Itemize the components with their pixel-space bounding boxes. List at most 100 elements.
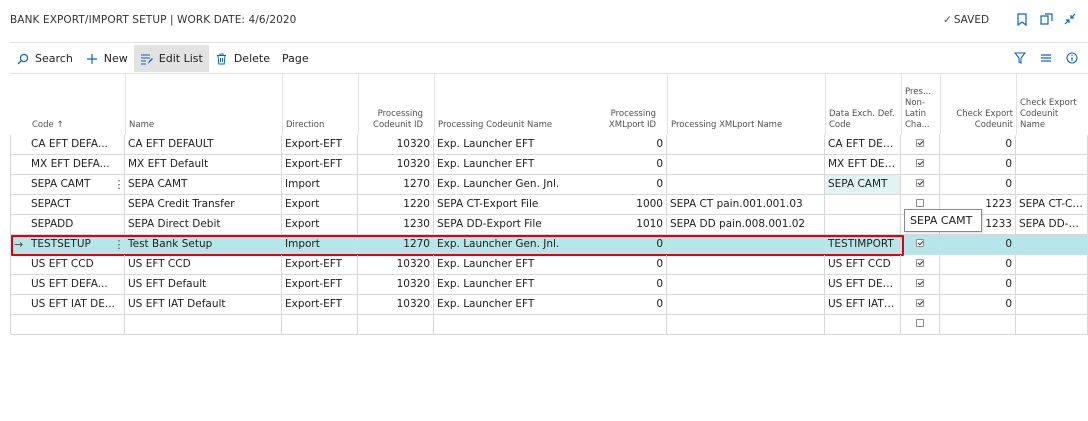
cell-check-cu-name[interactable] — [1016, 235, 1088, 255]
cell-code[interactable]: MX EFT DEFA... — [10, 155, 125, 175]
collapse-icon[interactable] — [1063, 11, 1077, 27]
cell-check-cu[interactable]: 0 — [940, 275, 1016, 295]
cell-proc-cu-id[interactable]: 10320 — [358, 255, 434, 275]
cell-direction[interactable]: Export-EFT — [282, 295, 358, 315]
cell-proc-xml-name[interactable] — [667, 155, 825, 175]
cell-direction[interactable]: Export — [282, 215, 358, 235]
column-header-direction[interactable]: Direction — [282, 74, 358, 135]
cell-data-exch[interactable]: MX EFT DEFA... — [825, 155, 901, 175]
cell-check-cu-name[interactable] — [1016, 135, 1088, 155]
cell-non-latin[interactable] — [901, 315, 940, 335]
cell-proc-cu-id[interactable]: 10320 — [358, 275, 434, 295]
cell-proc-cu-id[interactable]: 10320 — [358, 155, 434, 175]
cell-check-cu[interactable]: 0 — [940, 135, 1016, 155]
table-row[interactable]: US EFT CCD US EFT CCD Export-EFT 10320 Exp. … — [10, 255, 1088, 275]
cell-check-cu-name[interactable]: SEPA CT-Chec — [1016, 195, 1088, 215]
cell-check-cu[interactable]: 0 — [940, 235, 1016, 255]
cell-data-exch[interactable]: US EFT DEFA... — [825, 275, 901, 295]
cell-name[interactable]: US EFT CCD — [125, 255, 282, 275]
cell-proc-xml-id[interactable]: 0 — [593, 135, 667, 155]
row-actions-icon[interactable]: ⋮ — [113, 175, 125, 195]
cell-proc-cu-id[interactable]: 1230 — [358, 215, 434, 235]
cell-proc-xml-name[interactable] — [667, 255, 825, 275]
cell-direction[interactable]: Export-EFT — [282, 275, 358, 295]
checkbox[interactable] — [916, 179, 924, 187]
search-button[interactable]: Search — [10, 45, 79, 72]
cell-proc-xml-id[interactable]: 0 — [593, 275, 667, 295]
cell-code[interactable]: US EFT CCD — [10, 255, 125, 275]
cell-check-cu-name[interactable] — [1016, 175, 1088, 195]
table-row[interactable]: CA EFT DEFA... CA EFT DEFAULT Export-EFT 10… — [10, 135, 1088, 155]
cell-data-exch[interactable] — [825, 215, 901, 235]
cell-name[interactable] — [125, 315, 282, 335]
cell-name[interactable]: SEPA Credit Transfer — [125, 195, 282, 215]
cell-proc-cu-id[interactable]: 10320 — [358, 295, 434, 315]
cell-data-exch[interactable] — [825, 195, 901, 215]
column-header-code[interactable]: Code ↑ — [10, 74, 125, 135]
table-row[interactable]: TESTSETUP Test Bank Setup Import 1270 Exp. L… — [10, 235, 1088, 256]
cell-proc-xml-id[interactable]: 1000 — [593, 195, 667, 215]
cell-direction[interactable]: Import — [282, 175, 358, 195]
cell-code[interactable]: SEPADD — [10, 215, 125, 235]
cell-proc-xml-name[interactable] — [667, 315, 825, 335]
cell-direction[interactable]: Import — [282, 235, 358, 255]
info-icon[interactable] — [1065, 50, 1079, 66]
cell-proc-xml-name[interactable]: SEPA DD pain.008.001.02 — [667, 215, 825, 235]
cell-proc-cu-id[interactable]: 1220 — [358, 195, 434, 215]
cell-non-latin[interactable] — [901, 295, 940, 315]
cell-code[interactable]: CA EFT DEFA... — [10, 135, 125, 155]
cell-proc-xml-id[interactable]: 1010 — [593, 215, 667, 235]
cell-data-exch[interactable]: US EFT IAT DE... — [825, 295, 901, 315]
cell-name[interactable]: US EFT Default — [125, 275, 282, 295]
cell-data-exch[interactable] — [825, 315, 901, 335]
cell-direction[interactable]: Export-EFT — [282, 155, 358, 175]
cell-direction[interactable]: Export-EFT — [282, 255, 358, 275]
cell-data-exch[interactable]: TESTIMPORT — [825, 235, 901, 255]
checkbox[interactable] — [916, 279, 924, 287]
column-header-processing-codeunit-id[interactable]: Processing Codeunit ID — [358, 74, 426, 135]
table-row[interactable] — [10, 315, 1088, 335]
cell-data-exch[interactable]: US EFT CCD — [825, 255, 901, 275]
column-header-name[interactable]: Name — [125, 74, 282, 135]
checkbox[interactable] — [916, 319, 924, 327]
cell-check-cu-name[interactable] — [1016, 275, 1088, 295]
cell-proc-cu-id[interactable]: 1270 — [358, 235, 434, 255]
checkbox[interactable] — [916, 159, 924, 167]
bookmark-icon[interactable] — [1015, 11, 1029, 27]
cell-proc-cu-id[interactable] — [358, 315, 434, 335]
cell-data-exch[interactable]: CA EFT DEFA... — [825, 135, 901, 155]
cell-name[interactable]: Test Bank Setup — [125, 235, 282, 255]
checkbox[interactable] — [916, 299, 924, 307]
cell-check-cu-name[interactable] — [1016, 155, 1088, 175]
cell-name[interactable]: SEPA Direct Debit — [125, 215, 282, 235]
column-header-check-export-codeunit-name[interactable]: Check Export Codeunit Name — [1016, 74, 1088, 135]
checkbox[interactable] — [916, 199, 924, 207]
cell-proc-xml-id[interactable]: 0 — [593, 155, 667, 175]
cell-non-latin[interactable] — [901, 235, 940, 255]
cell-proc-xml-id[interactable]: 0 — [593, 235, 667, 255]
cell-proc-xml-name[interactable] — [667, 135, 825, 155]
column-header-data-exch-def-code[interactable]: Data Exch. Def. Code — [825, 74, 901, 135]
cell-check-cu[interactable]: 0 — [940, 255, 1016, 275]
delete-button[interactable]: Delete — [209, 45, 276, 72]
cell-proc-xml-name[interactable] — [667, 235, 825, 255]
cell-name[interactable]: US EFT IAT Default — [125, 295, 282, 315]
cell-proc-xml-id[interactable] — [593, 315, 667, 335]
table-row[interactable]: US EFT IAT DE... US EFT IAT Default Export… — [10, 295, 1088, 315]
page-menu-button[interactable]: Page — [276, 45, 315, 72]
table-row[interactable]: MX EFT DEFA... MX EFT Default Export-EFT 10… — [10, 155, 1088, 175]
open-new-window-icon[interactable] — [1039, 11, 1053, 27]
cell-proc-cu-id[interactable]: 10320 — [358, 135, 434, 155]
cell-code[interactable]: US EFT IAT DE... — [10, 295, 125, 315]
list-view-icon[interactable] — [1039, 50, 1053, 66]
cell-name[interactable]: CA EFT DEFAULT — [125, 135, 282, 155]
cell-name[interactable]: SEPA CAMT — [125, 175, 282, 195]
cell-non-latin[interactable] — [901, 255, 940, 275]
cell-proc-xml-id[interactable]: 0 — [593, 175, 667, 195]
table-row[interactable]: SEPA CAMT SEPA CAMT Import 1270 Exp. Launche… — [10, 175, 1088, 195]
cell-code[interactable] — [10, 315, 125, 335]
table-row[interactable]: US EFT DEFA... US EFT Default Export-EFT 10… — [10, 275, 1088, 295]
cell-check-cu-name[interactable]: SEPA DD-Che — [1016, 215, 1088, 235]
cell-check-cu-name[interactable] — [1016, 315, 1088, 335]
row-actions-icon[interactable]: ⋮ — [113, 235, 125, 255]
